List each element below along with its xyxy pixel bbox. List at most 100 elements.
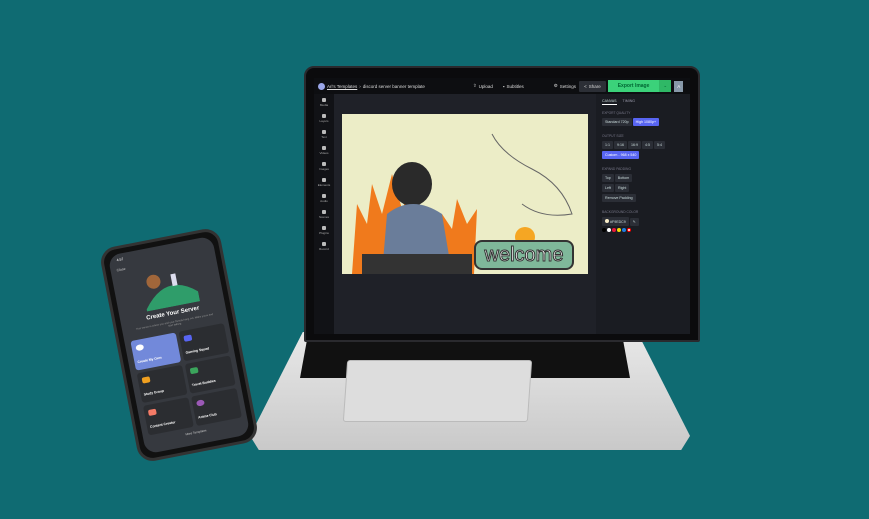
tile-gaming-squad[interactable]: Gaming Squad	[178, 323, 230, 362]
anime-icon	[195, 399, 205, 407]
tile-content-creator[interactable]: Content Creator	[142, 397, 194, 436]
gamepad-icon	[183, 334, 193, 342]
swatch-red[interactable]	[612, 228, 616, 232]
sidebar-item-label: Media	[319, 103, 329, 107]
size-custom[interactable]: Custom - 968 x 540	[602, 151, 640, 159]
expand-padding-label: EXPAND PADDING	[602, 167, 632, 171]
breadcrumb-separator: ›	[359, 83, 361, 89]
subtitles-button[interactable]: ▪ Subtitles	[503, 84, 524, 89]
settings-button[interactable]: ⚙ Settings	[554, 83, 576, 89]
workspace-icon	[318, 82, 325, 90]
sidebar-item-label: Text	[321, 135, 327, 139]
plus-icon	[135, 343, 145, 352]
record-icon	[321, 242, 326, 246]
plugins-icon	[322, 226, 326, 230]
padding-left-checkbox[interactable]: Left	[602, 184, 614, 192]
sidebar-item-plugins[interactable]: Plugins	[319, 226, 329, 235]
size-1-1[interactable]: 1:1	[602, 141, 613, 149]
status-time: 4:57	[116, 257, 124, 263]
tile-label: Study Group	[143, 388, 165, 397]
sidebar-item-label: Scenes	[318, 215, 329, 219]
media-icon	[321, 98, 326, 102]
turntable	[362, 254, 472, 274]
settings-label: Settings	[559, 83, 577, 89]
phone-screen: 4:57 Close Create Your Server Your serve…	[107, 235, 251, 455]
trackpad	[342, 360, 533, 422]
sidebar-item-audio[interactable]: Audio	[320, 194, 328, 203]
tile-label: Gaming Squad	[185, 346, 210, 355]
earphones	[491, 133, 573, 216]
sidebar-item-label: Record	[319, 247, 329, 251]
sidebar-item-scenes[interactable]: Scenes	[319, 210, 329, 219]
export-button[interactable]: Export Image	[607, 80, 660, 92]
background-color-label: BACKGROUND COLOR	[602, 210, 639, 214]
quality-high[interactable]: High 1080p+	[632, 118, 660, 126]
sidebar-item-images[interactable]: Images	[319, 162, 329, 171]
tile-label: Anime Club	[197, 412, 218, 420]
welcome-banner[interactable]: welcome	[474, 240, 574, 270]
scenes-icon	[321, 210, 326, 214]
tile-study-group[interactable]: Study Group	[136, 364, 188, 404]
sidebar-item-label: Videos	[319, 151, 329, 155]
avatar[interactable]: A	[674, 80, 684, 92]
swatch-none[interactable]	[627, 228, 631, 232]
eyedropper-icon[interactable]: ✎	[629, 218, 639, 226]
remove-padding-checkbox[interactable]: Remove Padding	[602, 194, 636, 202]
sidebar-item-elements[interactable]: Elements	[318, 178, 330, 187]
share-label: Share	[588, 83, 601, 89]
elements-icon	[321, 178, 326, 182]
sidebar-item-text[interactable]: Text	[321, 130, 327, 139]
sidebar-item-record[interactable]: Record	[319, 242, 329, 251]
quality-standard[interactable]: Standard 720p	[602, 118, 632, 126]
tile-anime-club[interactable]: Anime Club	[191, 387, 242, 427]
share-button[interactable]: < Share	[579, 80, 606, 92]
padding-bottom-checkbox[interactable]: Bottom	[614, 174, 633, 182]
sidebar-item-label: Plugins	[319, 231, 329, 235]
laptop-screen: Ari's Templates › discord server banner …	[304, 66, 700, 342]
color-hex: #F9EDC9	[610, 220, 626, 224]
tile-label: Travel Buddies	[191, 378, 216, 388]
swatch-yellow[interactable]	[617, 228, 621, 232]
apple-icon	[141, 376, 151, 384]
close-button[interactable]: Close	[116, 267, 126, 273]
subtitles-label: Subtitles	[506, 83, 524, 89]
size-5-4[interactable]: 5:4	[654, 141, 665, 149]
image-icon	[322, 162, 326, 166]
dj-head	[392, 162, 432, 206]
tile-create-my-own[interactable]: Create My Own	[130, 332, 182, 371]
editor-app: Ari's Templates › discord server banner …	[314, 78, 690, 334]
top-bar: Ari's Templates › discord server banner …	[314, 78, 690, 94]
audio-icon	[322, 194, 326, 198]
document-title[interactable]: discord server banner template	[363, 84, 425, 89]
design-canvas[interactable]: welcome	[342, 114, 588, 274]
background-color-input[interactable]: #F9EDC9	[602, 217, 629, 226]
tab-timing[interactable]: TIMING	[623, 99, 636, 105]
subtitles-icon: ▪	[502, 83, 505, 89]
gear-icon: ⚙	[553, 83, 558, 88]
tile-label: Content Creator	[149, 420, 176, 429]
text-icon	[321, 130, 326, 134]
phone: 4:57 Close Create Your Server Your serve…	[98, 226, 260, 464]
padding-top-checkbox[interactable]: Top	[602, 174, 614, 182]
tile-travel-buddies[interactable]: Travel Buddies	[184, 355, 236, 394]
sidebar-item-layers[interactable]: Layers	[319, 114, 329, 123]
size-9-16[interactable]: 9:16	[614, 141, 627, 149]
illustration-owl-castle	[146, 273, 201, 312]
sidebar-item-media[interactable]: Media	[320, 98, 328, 107]
current-color-swatch	[605, 219, 609, 223]
swatch-blue[interactable]	[622, 228, 626, 232]
properties-panel: CANVAS TIMING EXPORT QUALITY Standard 72…	[596, 94, 690, 334]
sidebar: Media Layers Text Videos Images Elements…	[314, 94, 334, 334]
sidebar-item-videos[interactable]: Videos	[319, 146, 329, 155]
sidebar-item-label: Layers	[319, 119, 329, 123]
sidebar-item-label: Images	[319, 167, 329, 171]
export-dropdown-chevron-icon[interactable]: ⌄	[659, 80, 672, 92]
size-4-5[interactable]: 4:5	[642, 141, 653, 149]
swatch-white[interactable]	[607, 228, 611, 232]
size-16-9[interactable]: 16:9	[628, 141, 641, 149]
tab-canvas[interactable]: CANVAS	[602, 99, 617, 105]
upload-button[interactable]: ⇧ Upload	[473, 83, 493, 89]
swatch-black[interactable]	[602, 228, 606, 232]
breadcrumb-root[interactable]: Ari's Templates	[327, 84, 357, 89]
padding-right-checkbox[interactable]: Right	[615, 184, 630, 192]
